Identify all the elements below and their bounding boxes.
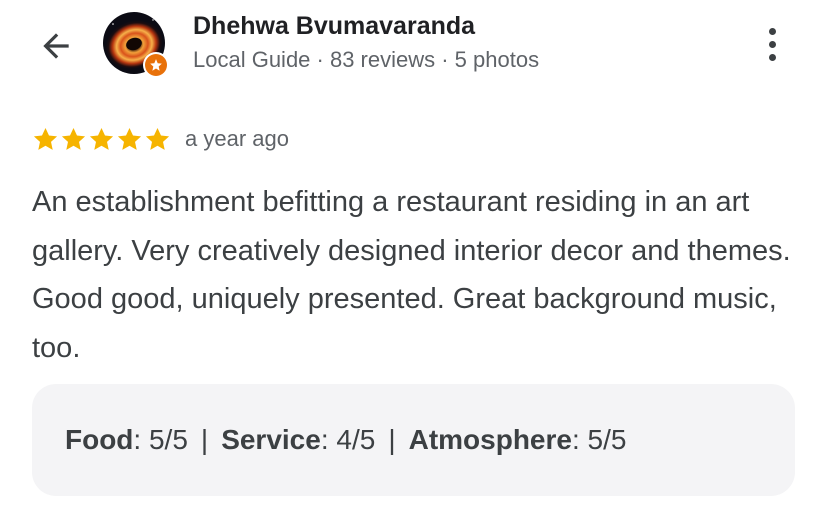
attribute-separator: |	[388, 424, 396, 455]
star-icon	[89, 127, 114, 150]
attribute-separator: |	[200, 424, 209, 455]
attribute-value: 5/5	[141, 424, 188, 455]
reviewer-name[interactable]: Dhehwa Bvumavaranda	[193, 12, 475, 41]
reviewer-avatar-wrap[interactable]	[103, 12, 169, 78]
more-options-button[interactable]	[752, 22, 792, 66]
attribute-label: Atmosphere	[408, 424, 572, 455]
star-icon	[33, 127, 58, 150]
star-icon	[61, 127, 86, 150]
local-guide-badge-icon	[150, 59, 162, 71]
more-vert-dot	[768, 53, 776, 61]
local-guide-badge	[143, 52, 169, 78]
star-icon	[117, 127, 142, 150]
back-button[interactable]	[34, 24, 78, 68]
attribute-value: 4/5	[328, 424, 376, 455]
review-text: An establishment befitting a restaurant …	[32, 186, 791, 364]
arrow-back-icon	[43, 33, 69, 59]
rating-row: a year ago	[32, 124, 289, 154]
attribute-food: Food: 5/5	[65, 424, 188, 456]
more-vert-icon	[768, 27, 776, 35]
attribute-service: Service: 4/5	[221, 424, 375, 456]
reviewer-meta: Local Guide · 83 reviews · 5 photos	[193, 47, 540, 72]
attribute-value: 5/5	[579, 424, 627, 455]
attribute-label: Service	[221, 424, 321, 455]
review-date: a year ago	[185, 126, 289, 151]
attribute-colon: :	[320, 424, 329, 455]
star-rating	[32, 126, 171, 153]
more-vert-dot	[768, 40, 776, 48]
attribute-label: Food	[65, 424, 134, 455]
attribute-colon: :	[571, 424, 580, 455]
star-icon	[145, 127, 170, 150]
review-attributes: Food: 5/5 | Service: 4/5 | Atmosphere: 5/5	[32, 384, 795, 496]
attribute-atmosphere: Atmosphere: 5/5	[409, 424, 627, 456]
review-header: Dhehwa Bvumavaranda Local Guide · 83 rev…	[0, 0, 828, 100]
